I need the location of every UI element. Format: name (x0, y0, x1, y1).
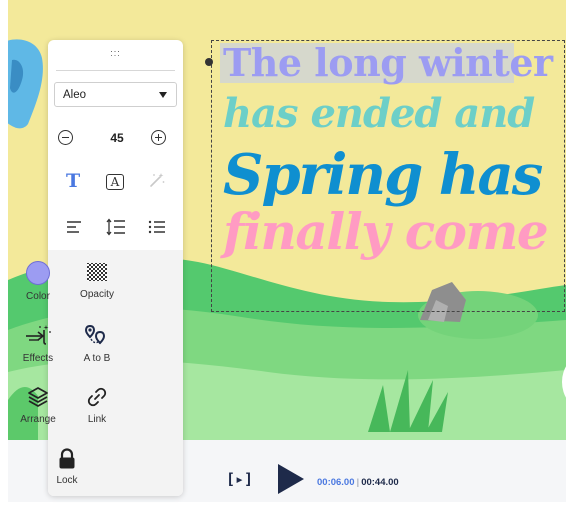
play-scene-button[interactable]: [▸] (226, 470, 253, 488)
path-icon (84, 324, 106, 345)
time-display: 00:06.00 | 00:44.00 (317, 477, 399, 488)
text-style-icon[interactable]: T (66, 170, 80, 192)
caret-down-icon (159, 92, 167, 98)
canvas-text-line-1[interactable]: The long winter (223, 40, 553, 85)
align-left-icon[interactable] (66, 220, 82, 234)
increase-size-button[interactable] (151, 130, 166, 145)
time-separator: | (356, 477, 360, 488)
opacity-label: Opacity (80, 289, 114, 300)
canvas-text-line-4[interactable]: finally come (223, 202, 549, 261)
font-family-select[interactable]: Aleo (54, 82, 177, 107)
lock-label: Lock (56, 475, 78, 486)
arrange-label: Arrange (20, 414, 56, 425)
effects-label: Effects (22, 353, 54, 364)
play-icon[interactable] (276, 462, 306, 496)
a-to-b-label: A to B (83, 353, 111, 364)
link-icon (87, 387, 107, 407)
color-swatch-icon (26, 261, 50, 285)
drag-handle[interactable]: ::: (48, 48, 183, 58)
font-size-value[interactable]: 45 (103, 131, 131, 145)
opacity-tool[interactable]: Opacity (67, 260, 127, 300)
arrange-tool[interactable]: Arrange (8, 385, 68, 425)
link-tool[interactable]: Link (67, 385, 127, 425)
resize-handle[interactable] (205, 58, 213, 66)
color-label: Color (26, 291, 50, 302)
magic-wand-icon[interactable] (148, 171, 166, 189)
font-family-value: Aleo (63, 89, 87, 101)
link-label: Link (87, 414, 107, 425)
canvas-text-line-3[interactable]: Spring has (223, 142, 543, 208)
layers-icon (28, 387, 48, 407)
canvas-text-line-2[interactable]: has ended and (223, 90, 535, 137)
lock-tool[interactable]: Lock (37, 448, 97, 486)
color-tool[interactable]: Color (8, 260, 68, 302)
effects-tool[interactable]: Effects (8, 322, 68, 364)
list-icon[interactable] (148, 220, 166, 234)
effects-icon (26, 325, 51, 345)
toolbar-divider (56, 70, 175, 71)
a-to-b-tool[interactable]: A to B (67, 322, 127, 364)
text-outline-icon[interactable]: A (106, 174, 124, 190)
decrease-size-button[interactable] (58, 130, 73, 145)
line-height-icon[interactable] (106, 218, 126, 236)
current-time: 00:06.00 (317, 477, 355, 488)
total-time: 00:44.00 (361, 477, 399, 488)
lock-icon (59, 448, 75, 469)
opacity-checker-icon (87, 263, 107, 281)
